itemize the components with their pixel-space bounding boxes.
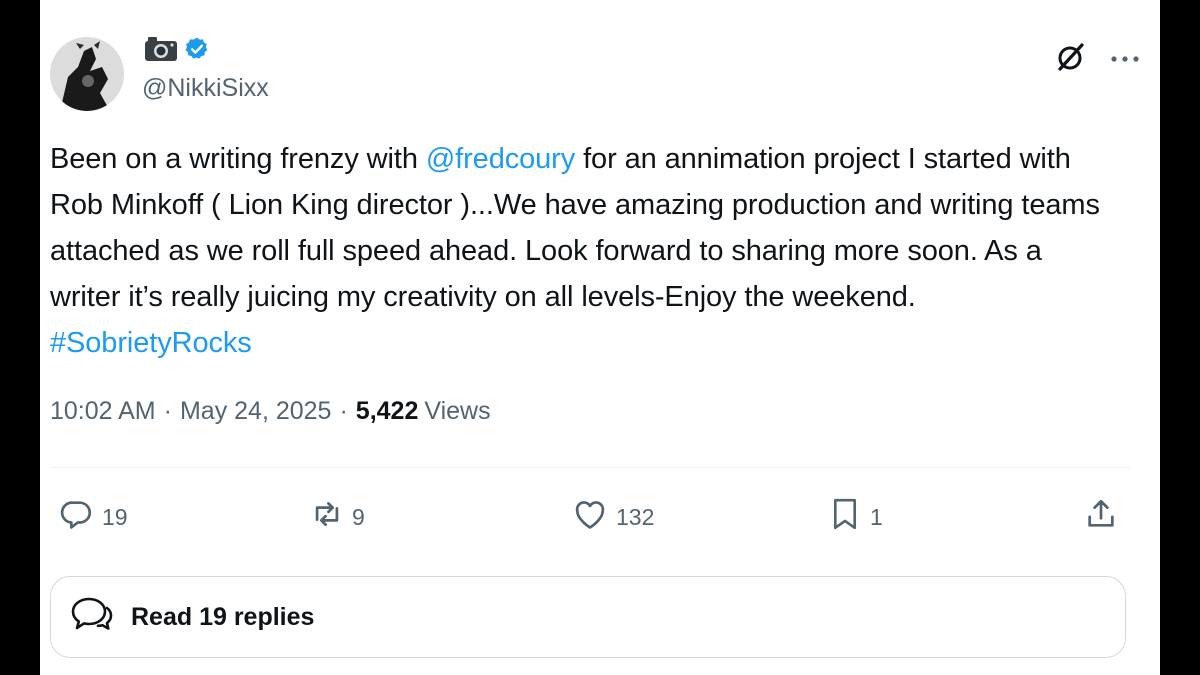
- grok-icon[interactable]: [1054, 40, 1088, 79]
- like-count: 132: [616, 503, 655, 530]
- tweet-text: Been on a writing frenzy with @fredcoury…: [50, 136, 1120, 366]
- read-replies-button[interactable]: Read 19 replies: [50, 576, 1126, 658]
- action-bar: 19 9 132 1: [40, 490, 1160, 544]
- tweet-date[interactable]: May 24, 2025: [180, 397, 332, 426]
- repost-count: 9: [352, 503, 365, 530]
- bookmark-button[interactable]: 1: [828, 490, 883, 544]
- meta-separator: ·: [163, 397, 172, 425]
- read-replies-label: Read 19 replies: [131, 602, 315, 631]
- like-button[interactable]: 132: [572, 490, 654, 544]
- repost-button[interactable]: 9: [310, 490, 365, 544]
- views-count[interactable]: 5,422: [356, 397, 419, 426]
- tweet-text-segment: Been on a writing frenzy with: [50, 143, 426, 175]
- views-label[interactable]: Views: [424, 397, 490, 426]
- more-options-icon[interactable]: [1110, 51, 1140, 69]
- camera-icon: [144, 36, 178, 67]
- author-handle[interactable]: @NikkiSixx: [142, 74, 269, 103]
- tweet-time[interactable]: 10:02 AM: [50, 397, 156, 426]
- mention-link[interactable]: @fredcoury: [426, 143, 575, 175]
- bookmark-count: 1: [870, 503, 883, 530]
- tweet-card: @NikkiSixx Been on a writing frenzy with…: [40, 0, 1160, 675]
- verified-badge-icon: [184, 36, 210, 67]
- reply-icon: [60, 497, 94, 537]
- tweet-meta: 10:02 AM · May 24, 2025 · 5,422 Views: [50, 397, 491, 426]
- share-button[interactable]: [1084, 490, 1118, 544]
- hashtag-link[interactable]: #SobrietyRocks: [50, 327, 252, 359]
- chat-bubbles-icon: [69, 593, 115, 642]
- repost-icon: [310, 497, 344, 537]
- share-icon: [1084, 497, 1118, 537]
- heart-icon: [572, 497, 608, 537]
- divider: [50, 467, 1130, 468]
- avatar[interactable]: [50, 37, 124, 111]
- author-name-row[interactable]: [144, 36, 210, 66]
- meta-separator: ·: [339, 397, 348, 425]
- reply-count: 19: [102, 503, 128, 530]
- reply-button[interactable]: 19: [60, 490, 128, 544]
- bookmark-icon: [828, 496, 862, 538]
- top-actions: [1054, 40, 1140, 79]
